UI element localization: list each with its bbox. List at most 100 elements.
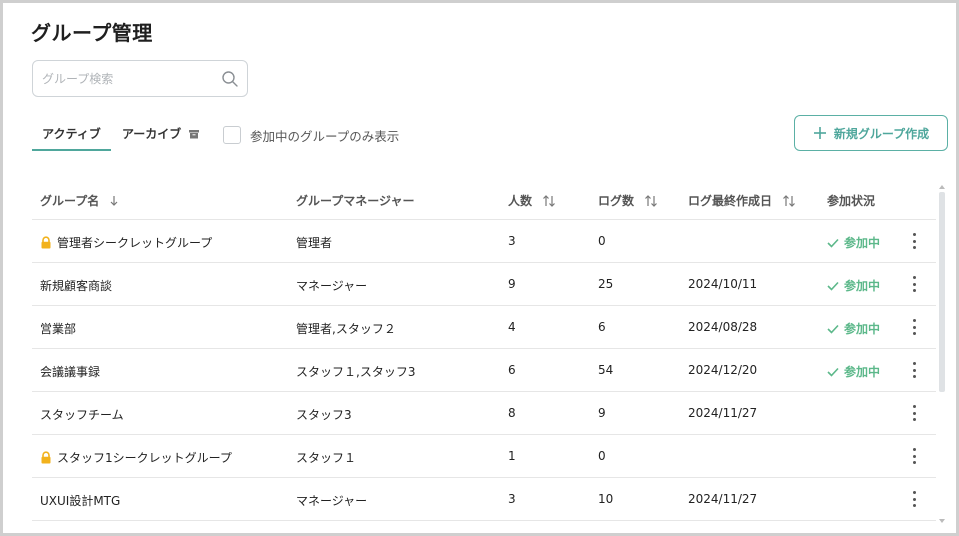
status-label: 参加中 bbox=[844, 365, 881, 379]
group-manager: 管理者 bbox=[296, 236, 333, 250]
table-row[interactable]: スタッフ1シークレットグループ スタッフ１ 1 0 bbox=[32, 435, 936, 478]
sort-icon bbox=[783, 195, 796, 207]
group-name-cell[interactable]: 営業部 bbox=[40, 320, 76, 337]
more-options-icon[interactable] bbox=[908, 446, 920, 466]
sort-down-icon bbox=[111, 196, 118, 206]
more-options-icon[interactable] bbox=[908, 489, 920, 509]
group-name: 営業部 bbox=[40, 322, 77, 336]
member-count: 9 bbox=[508, 277, 516, 291]
more-options-icon[interactable] bbox=[908, 231, 920, 251]
log-count: 10 bbox=[598, 492, 614, 506]
table-body: 管理者シークレットグループ 管理者 3 0 参加中 新規顧客商談 マネージャー 9 25 2024… bbox=[32, 220, 936, 521]
table-row[interactable]: 管理者シークレットグループ 管理者 3 0 参加中 bbox=[32, 220, 936, 263]
table-row[interactable]: UXUI設計MTG マネージャー 3 10 2024/11/27 bbox=[32, 478, 936, 521]
group-name-cell[interactable]: 会議議事録 bbox=[40, 363, 100, 380]
header-logs-label: ログ数 bbox=[598, 194, 635, 208]
last-log-date: 2024/11/27 bbox=[688, 492, 758, 506]
table-row[interactable]: 営業部 管理者,スタッフ２ 4 6 2024/08/28 参加中 bbox=[32, 306, 936, 349]
last-log-date: 2024/08/28 bbox=[688, 320, 758, 334]
group-name-cell[interactable]: 管理者シークレットグループ bbox=[40, 234, 212, 251]
header-name[interactable]: グループ名 bbox=[40, 192, 119, 209]
table-row[interactable]: 新規顧客商談 マネージャー 9 25 2024/10/11 参加中 bbox=[32, 263, 936, 306]
tab-active-label: アクティブ bbox=[42, 127, 101, 141]
member-count: 1 bbox=[508, 449, 516, 463]
header-members-label: 人数 bbox=[508, 194, 533, 208]
group-manager: スタッフ１ bbox=[296, 451, 357, 465]
group-manager: スタッフ１,スタッフ3 bbox=[296, 365, 416, 379]
group-name: スタッフ1シークレットグループ bbox=[57, 451, 232, 465]
group-name: スタッフチーム bbox=[40, 408, 124, 422]
group-manager: マネージャー bbox=[296, 279, 368, 293]
group-name: 管理者シークレットグループ bbox=[57, 236, 213, 250]
new-group-label: 新規グループ作成 bbox=[833, 126, 930, 141]
search-box[interactable] bbox=[32, 60, 248, 97]
scroll-up-icon[interactable] bbox=[938, 184, 946, 190]
joined-filter: 参加中のグループのみ表示 bbox=[223, 125, 399, 145]
group-manager: 管理者,スタッフ２ bbox=[296, 322, 396, 336]
group-name-cell[interactable]: 新規顧客商談 bbox=[40, 277, 112, 294]
tab-archive-label: アーカイブ bbox=[122, 127, 182, 141]
header-status: 参加状況 bbox=[827, 194, 876, 208]
tab-active[interactable]: アクティブ bbox=[32, 121, 111, 151]
new-group-button[interactable]: 新規グループ作成 bbox=[794, 115, 948, 151]
window-frame: グループ管理 アクティブ アーカイブ 参加中のグループのみ表示 新規グル bbox=[0, 0, 959, 536]
plus-icon bbox=[813, 127, 826, 139]
header-last-log[interactable]: ログ最終作成日 bbox=[688, 192, 796, 209]
group-name: 新規顧客商談 bbox=[40, 279, 113, 293]
tab-archive[interactable]: アーカイブ bbox=[122, 121, 212, 151]
status-badge: 参加中 bbox=[827, 234, 880, 251]
scroll-thumb[interactable] bbox=[939, 192, 945, 392]
group-manager: スタッフ3 bbox=[296, 408, 352, 422]
sort-icon bbox=[645, 195, 658, 207]
member-count: 4 bbox=[508, 320, 516, 334]
more-options-icon[interactable] bbox=[908, 274, 920, 294]
check-icon bbox=[827, 324, 839, 334]
header-name-label: グループ名 bbox=[40, 194, 100, 208]
group-name-cell[interactable]: スタッフチーム bbox=[40, 406, 124, 423]
member-count: 3 bbox=[508, 492, 516, 506]
log-count: 6 bbox=[598, 320, 606, 334]
scroll-down-icon[interactable] bbox=[938, 518, 946, 524]
status-label: 参加中 bbox=[844, 236, 881, 250]
more-options-icon[interactable] bbox=[908, 403, 920, 423]
log-count: 0 bbox=[598, 234, 606, 248]
group-name: UXUI設計MTG bbox=[40, 494, 121, 508]
search-input[interactable] bbox=[42, 69, 222, 89]
group-table: グループ名 グループマネージャー 人数 ログ数 ログ最終作成日 参加状況 管理者… bbox=[32, 177, 936, 521]
joined-only-label: 参加中のグループのみ表示 bbox=[250, 128, 400, 144]
check-icon bbox=[827, 281, 839, 291]
joined-only-checkbox[interactable] bbox=[223, 126, 241, 144]
header-logs[interactable]: ログ数 bbox=[598, 192, 658, 209]
page-title: グループ管理 bbox=[31, 21, 153, 45]
sort-icon bbox=[543, 195, 556, 207]
table-row[interactable]: スタッフチーム スタッフ3 8 9 2024/11/27 bbox=[32, 392, 936, 435]
member-count: 8 bbox=[508, 406, 516, 420]
last-log-date: 2024/11/27 bbox=[688, 406, 758, 420]
lock-icon bbox=[41, 236, 51, 249]
archive-icon bbox=[189, 130, 200, 139]
status-label: 参加中 bbox=[844, 279, 881, 293]
group-manager: マネージャー bbox=[296, 494, 368, 508]
group-name-cell[interactable]: UXUI設計MTG bbox=[40, 492, 120, 509]
check-icon bbox=[827, 238, 839, 248]
member-count: 6 bbox=[508, 363, 516, 377]
log-count: 9 bbox=[598, 406, 606, 420]
header-members[interactable]: 人数 bbox=[508, 192, 556, 209]
more-options-icon[interactable] bbox=[908, 360, 920, 380]
last-log-date: 2024/10/11 bbox=[688, 277, 758, 291]
group-name: 会議議事録 bbox=[40, 365, 101, 379]
status-label: 参加中 bbox=[844, 322, 881, 336]
status-badge: 参加中 bbox=[827, 320, 880, 337]
log-count: 0 bbox=[598, 449, 606, 463]
scrollbar[interactable] bbox=[938, 184, 946, 524]
last-log-date: 2024/12/20 bbox=[688, 363, 758, 377]
log-count: 25 bbox=[598, 277, 614, 291]
table-row[interactable]: 会議議事録 スタッフ１,スタッフ3 6 54 2024/12/20 参加中 bbox=[32, 349, 936, 392]
group-name-cell[interactable]: スタッフ1シークレットグループ bbox=[40, 449, 232, 466]
more-options-icon[interactable] bbox=[908, 317, 920, 337]
check-icon bbox=[827, 367, 839, 377]
search-icon[interactable] bbox=[221, 70, 239, 88]
status-badge: 参加中 bbox=[827, 277, 880, 294]
member-count: 3 bbox=[508, 234, 516, 248]
lock-icon bbox=[41, 451, 51, 464]
